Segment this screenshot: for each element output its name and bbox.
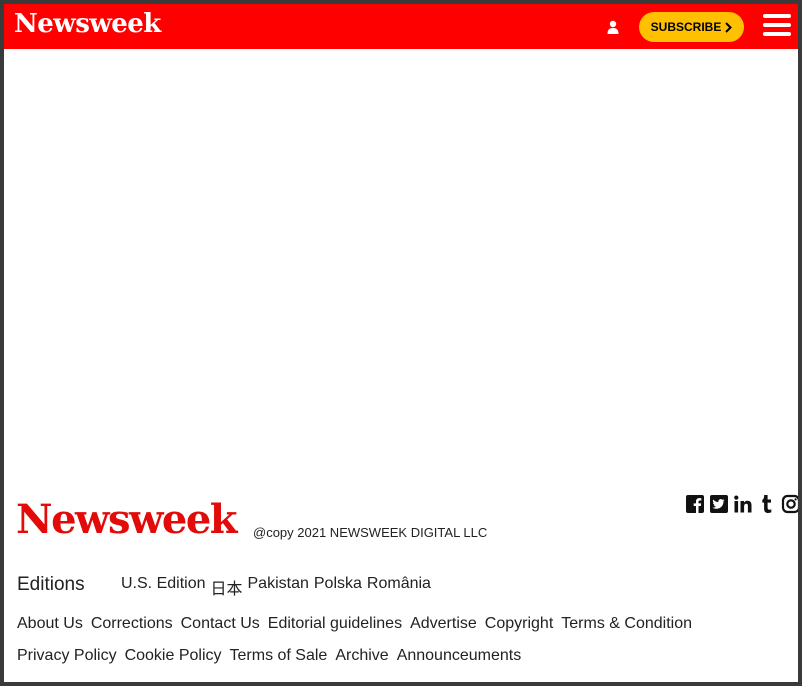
footer-link-copyright[interactable]: Copyright [485,615,553,633]
subscribe-label: SUBSCRIBE [650,20,722,34]
edition-link-japan[interactable]: 日本 [210,575,242,599]
subscribe-button[interactable]: SUBSCRIBE [639,12,744,42]
edition-link-romania[interactable]: România [367,575,431,599]
site-logo[interactable]: Newsweek [14,9,161,39]
site-header: Newsweek SUBSCRIBE [4,4,798,49]
footer-link-advertise[interactable]: Advertise [410,615,477,633]
footer-link-corrections[interactable]: Corrections [91,615,173,633]
user-icon[interactable] [607,20,619,34]
facebook-icon[interactable] [685,494,705,514]
footer-link-terms-condition[interactable]: Terms & Condition [561,615,692,633]
footer-link-announcements[interactable]: Announceuments [397,647,522,665]
editions-label: Editions [17,574,85,595]
footer-logo[interactable]: Newsweek [16,498,238,542]
footer-link-archive[interactable]: Archive [335,647,388,665]
menu-icon[interactable] [763,14,791,38]
linkedin-icon[interactable] [733,494,753,514]
edition-link-poland[interactable]: Polska [314,575,362,599]
edition-link-us[interactable]: U.S. Edition [121,575,205,599]
footer-link-terms-of-sale[interactable]: Terms of Sale [230,647,328,665]
footer-link-privacy-policy[interactable]: Privacy Policy [17,647,117,665]
footer-links-row1: About Us Corrections Contact Us Editoria… [17,615,692,633]
footer-links-row2: Privacy Policy Cookie Policy Terms of Sa… [17,647,521,665]
twitter-icon[interactable] [709,494,729,514]
instagram-icon[interactable] [781,494,798,514]
chevron-right-icon [725,21,733,33]
page-frame: Newsweek SUBSCRIBE Newsweek @copy 2021 N… [4,4,798,682]
edition-link-pakistan[interactable]: Pakistan [248,575,309,599]
footer-link-cookie-policy[interactable]: Cookie Policy [125,647,222,665]
copyright-text: @copy 2021 NEWSWEEK DIGITAL LLC [253,525,488,540]
social-links [685,494,798,514]
editions-list: U.S. Edition 日本 Pakistan Polska România [121,575,431,599]
footer-link-contact-us[interactable]: Contact Us [181,615,260,633]
footer-link-about-us[interactable]: About Us [17,615,83,633]
tumblr-icon[interactable] [757,494,777,514]
footer-link-editorial-guidelines[interactable]: Editorial guidelines [268,615,402,633]
